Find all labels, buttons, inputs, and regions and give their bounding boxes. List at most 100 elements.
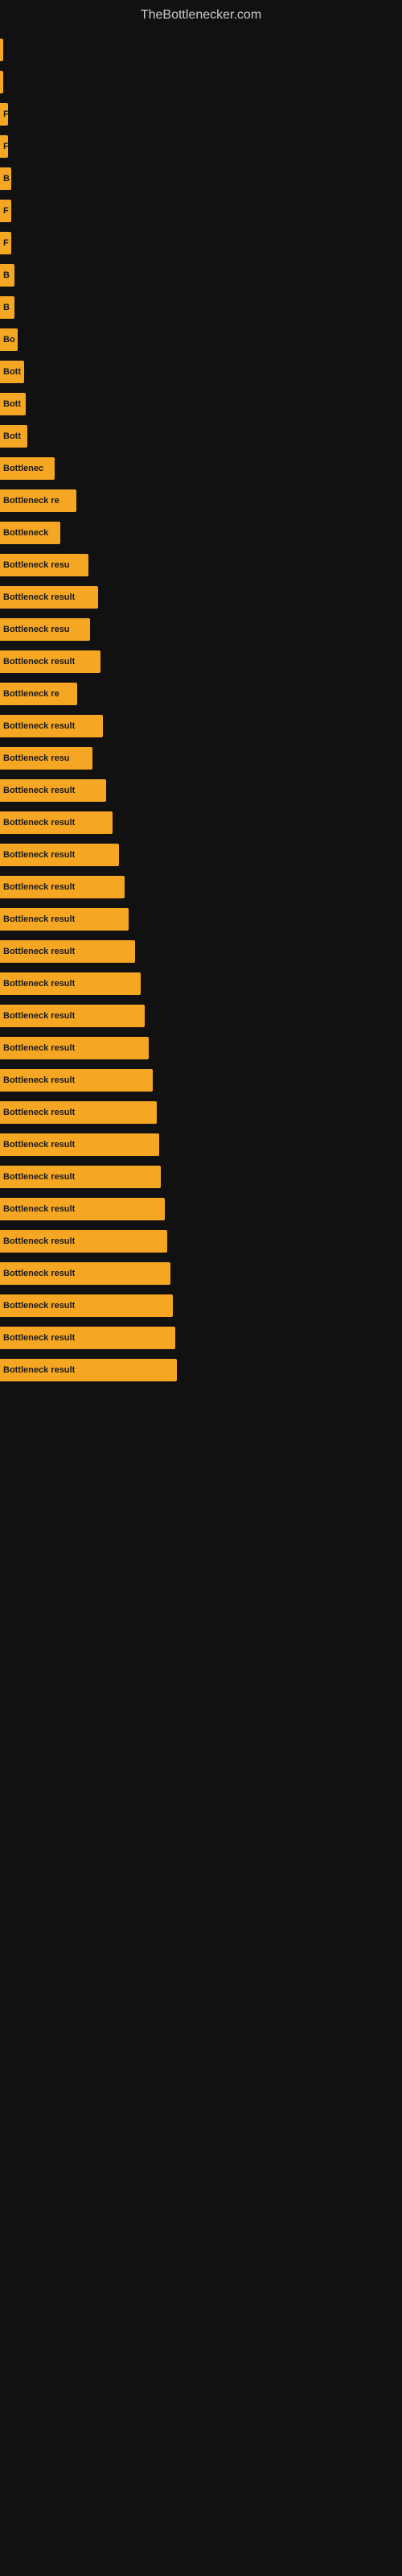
bar: Bottleneck resu [0,747,92,770]
bar-row: Bottleneck resu [0,550,402,580]
bar: Bottleneck result [0,1327,175,1349]
bar: Bottleneck result [0,811,113,834]
bar-row: Bottleneck result [0,775,402,806]
bar-label: Bottleneck resu [3,560,70,570]
bar: F [0,135,8,158]
bar-row: Bottleneck result [0,872,402,902]
bar-label: Bo [3,335,15,345]
bar: Bottleneck result [0,1101,157,1124]
bar: Bott [0,361,24,383]
bar-label: Bott [3,367,21,377]
bar-row: B [0,292,402,323]
bar-label: Bottleneck result [3,786,75,795]
bar-label: Bottleneck result [3,1075,75,1085]
bar-row: F [0,131,402,162]
bar-row: Bottleneck result [0,968,402,999]
bar: Bottleneck re [0,489,76,512]
bar: Bottleneck result [0,586,98,609]
bar-label: Bottleneck result [3,1043,75,1053]
bar-label: Bottleneck result [3,818,75,828]
bar-label: Bottleneck result [3,1204,75,1214]
bar-label: Bottleneck result [3,1108,75,1117]
bar-label: F [3,238,9,248]
bar-row: Bottleneck result [0,1290,402,1321]
bar-row: Bottleneck result [0,1323,402,1353]
bar-row: F [0,99,402,130]
bar [0,71,3,93]
bar-row: Bottleneck result [0,840,402,870]
bar: Bottleneck result [0,1069,153,1092]
bar-label: Bottleneck result [3,914,75,924]
bar-label: F [3,109,8,119]
bar-row: Bott [0,389,402,419]
bar-label: Bottleneck result [3,1172,75,1182]
bar-label: Bottleneck result [3,979,75,989]
bar: B [0,167,11,190]
bar-row: Bottleneck result [0,1194,402,1224]
bars-container: FFBFFBBBoBottBottBottBottlenecBottleneck… [0,27,402,1395]
bar: B [0,264,14,287]
bar-row: Bottleneck result [0,1097,402,1128]
bar-label: Bottleneck result [3,1333,75,1343]
bar: Bottleneck [0,522,60,544]
bar: Bottleneck result [0,876,125,898]
bar-label: Bottleneck result [3,850,75,860]
bar: F [0,232,11,254]
bar: B [0,296,14,319]
bar-row [0,35,402,65]
bar: Bottleneck resu [0,554,88,576]
bar-label: Bottleneck result [3,1269,75,1278]
bar-row: F [0,228,402,258]
bar-row [0,67,402,97]
bar-row: B [0,260,402,291]
bar-label: Bottleneck result [3,1140,75,1150]
bar-row: Bottleneck re [0,485,402,516]
bar-label: B [3,303,10,312]
bar-label: Bott [3,431,21,441]
bar-row: Bottleneck result [0,582,402,613]
bar: Bottleneck result [0,1133,159,1156]
bar-label: Bottleneck result [3,882,75,892]
bar: Bo [0,328,18,351]
bar: F [0,200,11,222]
bar: Bottleneck result [0,1005,145,1027]
bar-row: Bottleneck result [0,1033,402,1063]
bar-label: Bottleneck re [3,496,59,506]
bar-row: Bottleneck result [0,1065,402,1096]
bar-row: Bottleneck result [0,1226,402,1257]
bar: Bottleneck result [0,715,103,737]
bar-row: Bottleneck result [0,1162,402,1192]
bar-row: Bottlenec [0,453,402,484]
bar: Bottleneck result [0,1230,167,1253]
bar-row: B [0,163,402,194]
bar-label: Bottlenec [3,464,43,473]
bar: Bottleneck result [0,844,119,866]
bar-row: Bottleneck resu [0,614,402,645]
bar-label: Bottleneck result [3,657,75,667]
bar-row: Bott [0,421,402,452]
bar-row: Bottleneck re [0,679,402,709]
bar: Bottleneck result [0,1166,161,1188]
bar: Bottleneck result [0,650,100,673]
bar-label: Bottleneck result [3,947,75,956]
bar: Bottleneck result [0,1037,149,1059]
bar: Bottleneck result [0,1198,165,1220]
bar-label: Bottleneck re [3,689,59,699]
bar-label: Bott [3,399,21,409]
bar-row: Bottleneck result [0,904,402,935]
bar-label: Bottleneck [3,528,48,538]
bar-row: Bottleneck result [0,936,402,967]
bar-row: Bottleneck resu [0,743,402,774]
bar-row: Bottleneck result [0,1001,402,1031]
bar: Bottleneck result [0,779,106,802]
bar: Bottlenec [0,457,55,480]
bar: Bottleneck result [0,908,129,931]
bar: Bottleneck result [0,1359,177,1381]
bar-label: Bottleneck result [3,1365,75,1375]
bar-label: Bottleneck result [3,721,75,731]
bar-label: Bottleneck resu [3,625,70,634]
bar-row: Bottleneck result [0,646,402,677]
bar-label: B [3,270,10,280]
site-title-text: TheBottlenecker.com [0,0,402,27]
bar-label: Bottleneck result [3,1301,75,1311]
